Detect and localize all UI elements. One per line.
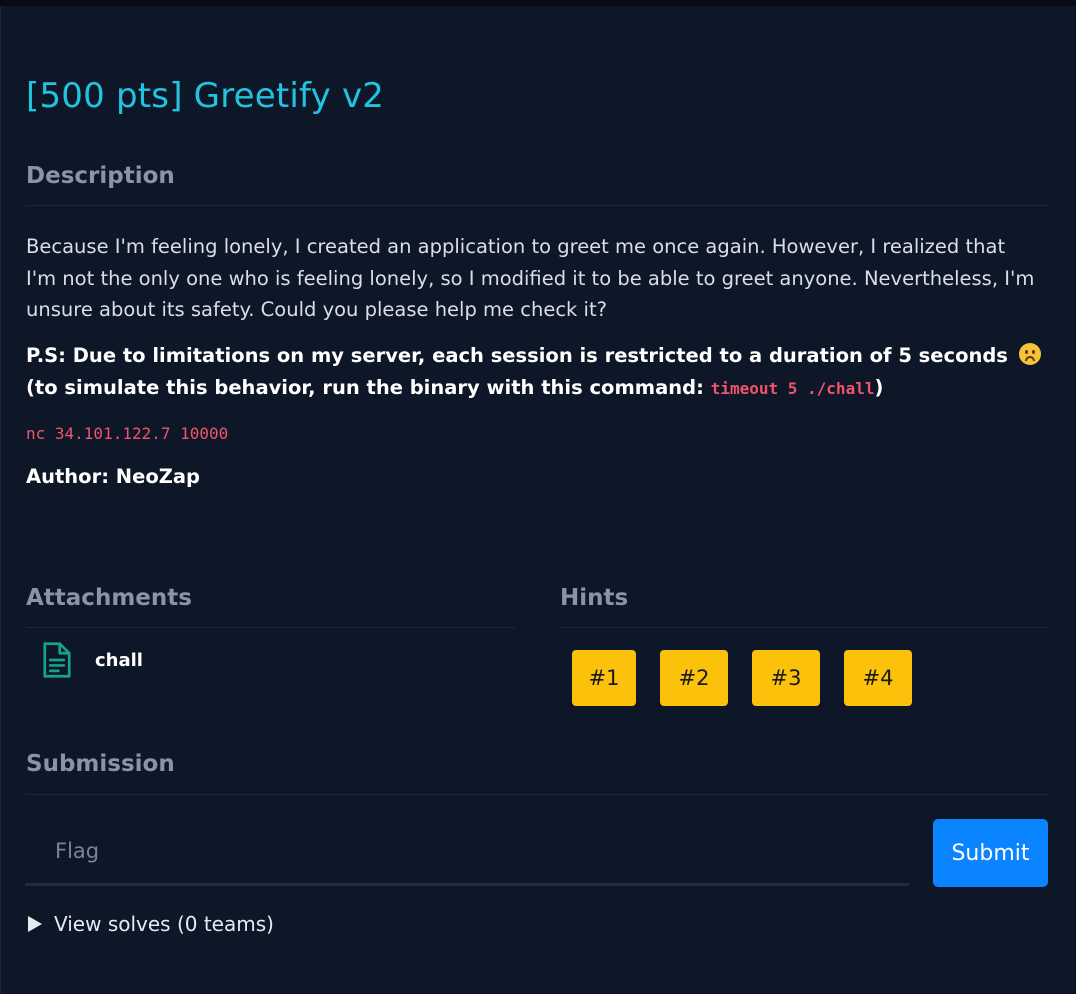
hints-divider — [560, 627, 1048, 628]
hint-button-1[interactable]: #1 — [572, 650, 636, 706]
description-heading: Description — [26, 163, 175, 189]
attachment-chall[interactable]: chall — [40, 640, 240, 680]
hint-button-4[interactable]: #4 — [844, 650, 912, 706]
ps-text: P.S: Due to limitations on my server, ea… — [26, 344, 1008, 367]
attachments-heading: Attachments — [26, 585, 192, 611]
submit-button[interactable]: Submit — [933, 819, 1048, 887]
attachments-divider — [26, 627, 516, 628]
ps-suffix: ) — [874, 375, 884, 399]
description-text: Because I'm feeling lonely, I created an… — [26, 235, 1035, 321]
hint-button-3[interactable]: #3 — [752, 650, 820, 706]
author: Author: NeoZap — [26, 465, 200, 488]
ps-command: timeout 5 ./chall — [710, 378, 875, 398]
challenge-title: [500 pts] Greetify v2 — [26, 76, 385, 116]
file-text-icon — [43, 642, 71, 678]
view-solves-toggle[interactable]: View solves (0 teams) — [28, 912, 274, 936]
connection-command: nc 34.101.122.7 10000 — [26, 424, 229, 443]
view-solves-label: View solves (0 teams) — [54, 912, 274, 936]
ps-simulate-text: (to simulate this behavior, run the bina… — [26, 375, 704, 399]
triangle-right-icon — [28, 916, 42, 932]
flag-input[interactable] — [25, 818, 909, 886]
sad-face-icon — [1018, 343, 1041, 365]
hint-button-2[interactable]: #2 — [660, 650, 728, 706]
ps-note: P.S: Due to limitations on my server, ea… — [26, 340, 1046, 404]
hints-heading: Hints — [560, 585, 629, 611]
submission-heading: Submission — [26, 751, 175, 777]
description-divider — [26, 205, 1048, 206]
attachment-name: chall — [95, 649, 143, 671]
submission-divider — [26, 794, 1048, 795]
